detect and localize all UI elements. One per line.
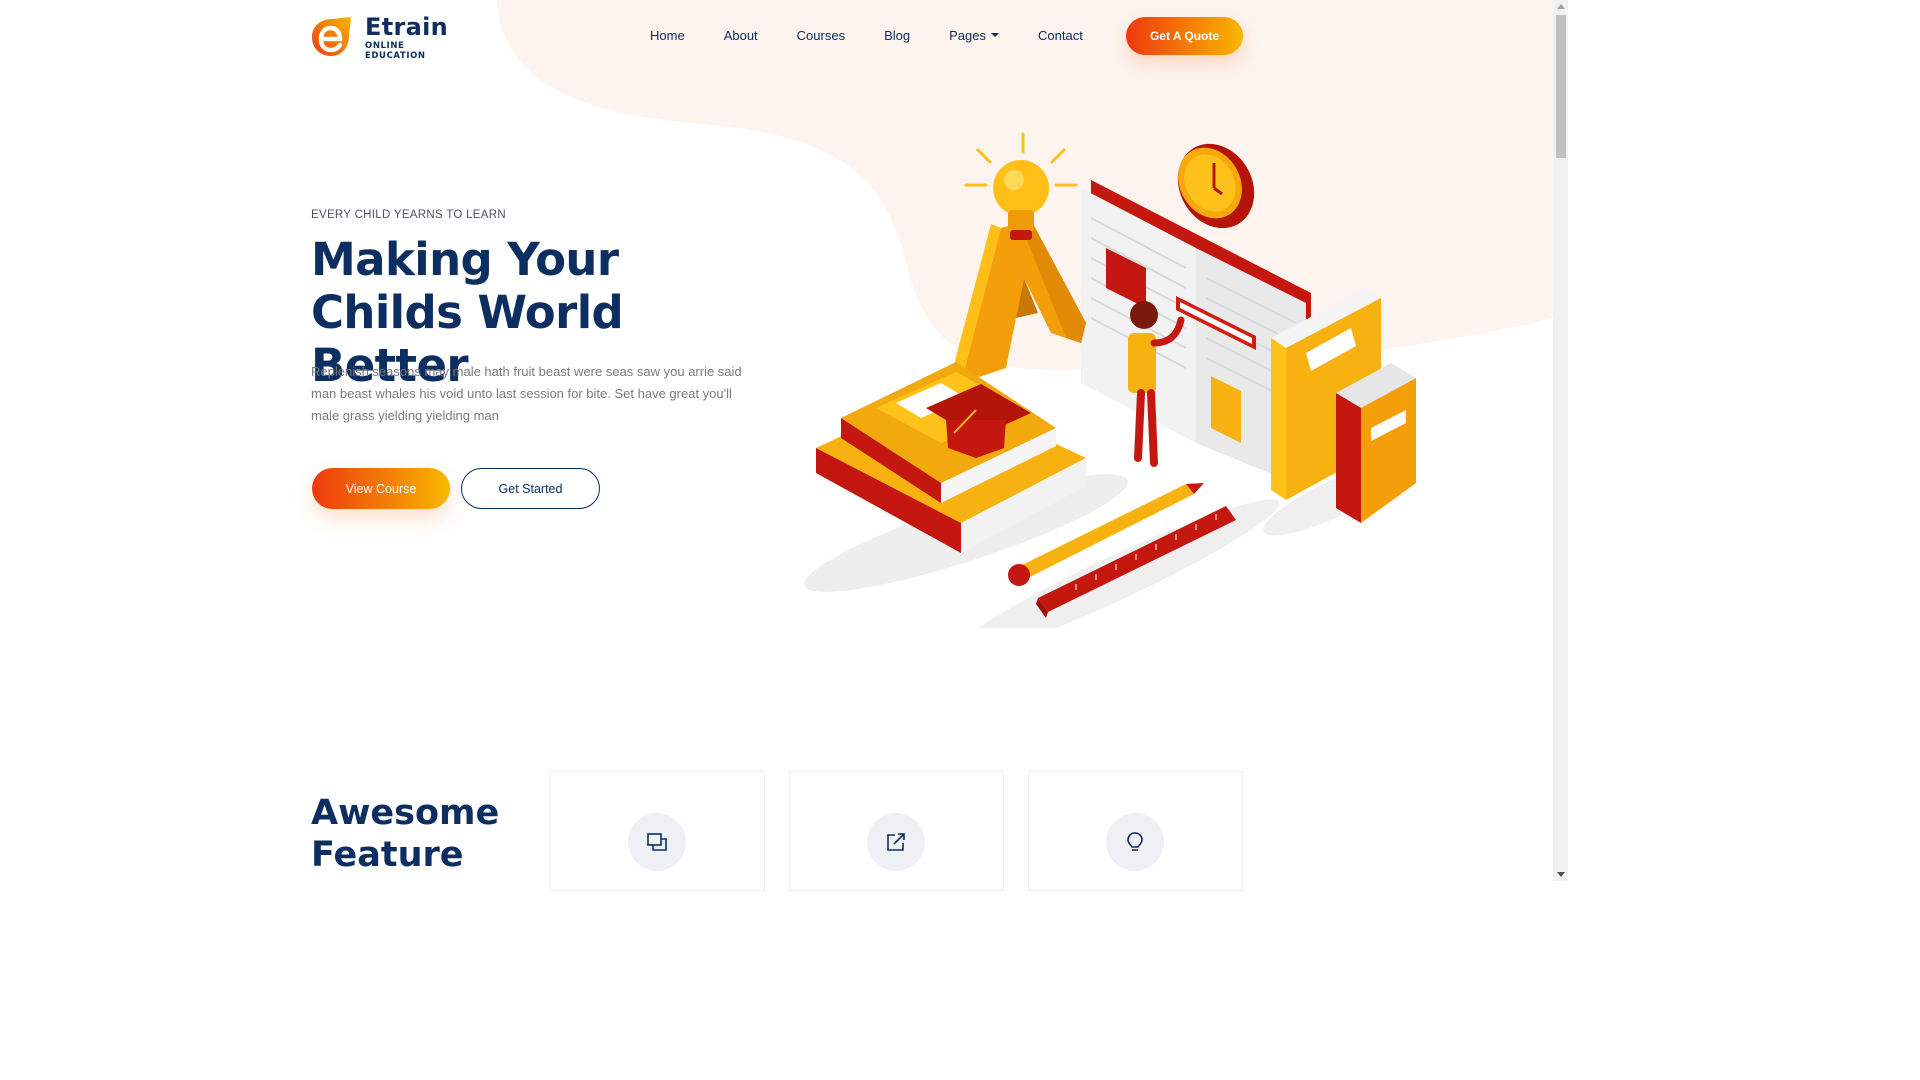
nav-item-courses[interactable]: Courses <box>777 26 864 46</box>
lightbulb-icon <box>1106 813 1164 871</box>
caret-down-icon <box>991 33 999 37</box>
main-nav: Home About Courses Blog Pages Contact <box>630 26 1102 46</box>
nav-item-home[interactable]: Home <box>630 26 704 46</box>
brand-logo[interactable]: Etrain ONLINE EDUCATION <box>311 12 461 61</box>
logo-icon <box>311 16 353 58</box>
get-started-button[interactable]: Get Started <box>461 468 600 509</box>
page-scrollbar[interactable] <box>1553 0 1568 881</box>
nav-item-contact[interactable]: Contact <box>1018 26 1102 46</box>
view-course-button[interactable]: View Course <box>312 468 450 509</box>
nav-item-pages-label: Pages <box>949 28 986 43</box>
feature-card[interactable] <box>1028 771 1243 891</box>
scroll-thumb[interactable] <box>1556 15 1566 158</box>
scroll-up-icon[interactable] <box>1557 4 1565 9</box>
brand-name: Etrain <box>365 12 449 41</box>
feature-card[interactable] <box>550 771 765 891</box>
feature-card[interactable] <box>789 771 1004 891</box>
hero-eyebrow: EVERY CHILD YEARNS TO LEARN <box>311 209 506 221</box>
nav-item-about[interactable]: About <box>704 26 777 46</box>
scroll-down-icon[interactable] <box>1557 872 1565 877</box>
nav-item-blog[interactable]: Blog <box>864 26 929 46</box>
brand-tagline: ONLINE EDUCATION <box>365 40 426 61</box>
hero-illustration <box>804 132 1416 628</box>
external-link-icon <box>867 813 925 871</box>
nav-item-pages[interactable]: Pages <box>929 26 1018 46</box>
layers-icon <box>628 813 686 871</box>
get-quote-button[interactable]: Get A Quote <box>1126 17 1243 55</box>
hero-description: Replenish seasons may male hath fruit be… <box>311 364 742 423</box>
features-title: Awesome Feature <box>311 793 500 875</box>
